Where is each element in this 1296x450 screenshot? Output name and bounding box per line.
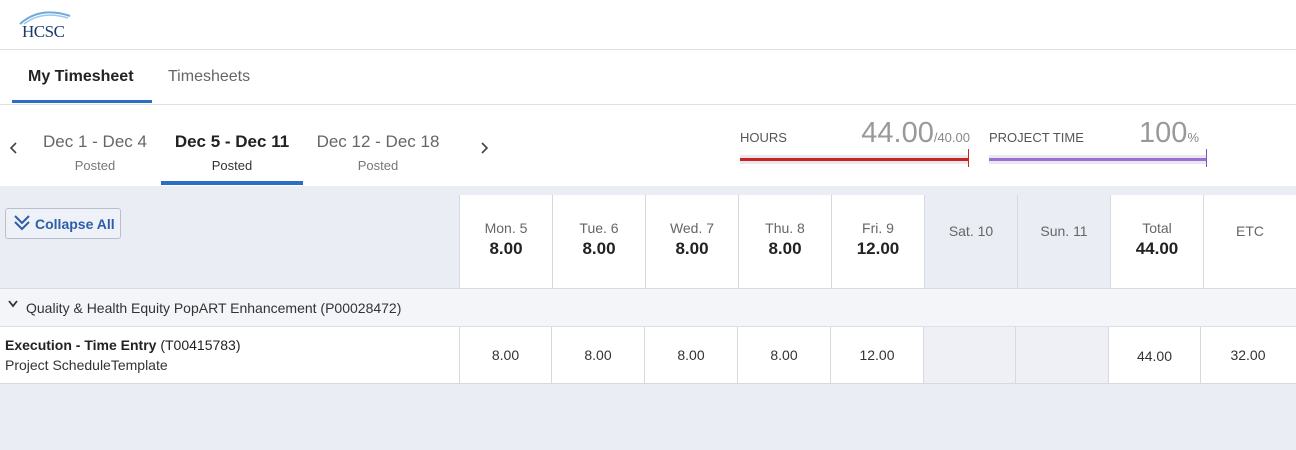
hours-cell-sun[interactable]	[1015, 327, 1108, 383]
timesheet-grid: Collapse All Mon. 5 8.00 Tue. 6 8.00 Wed…	[0, 186, 1296, 450]
project-time-unit: %	[1187, 130, 1199, 145]
project-time-marker	[1206, 149, 1207, 167]
hcsc-logo[interactable]: HCSC	[18, 8, 78, 41]
total-label: Total	[1142, 220, 1172, 236]
week-range: Dec 12 - Dec 18	[316, 132, 440, 151]
etc-column: ETC	[1203, 195, 1296, 288]
week-dec12-dec18[interactable]: Dec 12 - Dec 18 Posted	[312, 105, 444, 185]
project-time-bar	[989, 155, 1206, 164]
chevron-right-icon[interactable]	[478, 139, 490, 160]
day-name: Fri. 9	[862, 220, 894, 236]
day-column-mon: Mon. 5 8.00	[459, 195, 552, 288]
hours-cell-mon[interactable]: 8.00	[459, 327, 551, 383]
week-range: Dec 5 - Dec 11	[174, 132, 290, 151]
hours-target: /40.00	[933, 130, 970, 145]
etc-label: ETC	[1236, 223, 1264, 239]
hours-cell-tue[interactable]: 8.00	[551, 327, 644, 383]
project-time-percent: 100	[1139, 117, 1188, 149]
day-column-fri: Fri. 9 12.00	[831, 195, 924, 288]
task-total-cell: 44.00	[1108, 327, 1200, 383]
tab-my-timesheet[interactable]: My Timesheet	[28, 50, 134, 104]
hours-bar	[740, 155, 968, 164]
day-hours: 8.00	[675, 239, 709, 258]
week-range: Dec 1 - Dec 4	[43, 132, 147, 151]
hours-cell-sat[interactable]	[923, 327, 1015, 383]
week-status: Posted	[74, 158, 116, 173]
chevron-left-icon[interactable]	[8, 139, 20, 160]
chevron-down-icon[interactable]	[7, 298, 19, 312]
hours-label: HOURS	[740, 130, 787, 145]
project-time-value: 100%	[1139, 117, 1199, 150]
day-name: Thu. 8	[765, 220, 805, 236]
hours-value: 44.00/40.00	[861, 117, 970, 150]
task-title-line: Execution - Time Entry (T00415783)	[5, 337, 241, 353]
task-title: Execution - Time Entry	[5, 337, 157, 353]
hours-target-marker	[968, 149, 969, 167]
double-chevron-down-icon	[13, 213, 31, 233]
project-name: Quality & Health Equity PopART Enhanceme…	[26, 300, 402, 316]
day-name: Sun. 11	[1040, 223, 1088, 239]
hours-total: 44.00	[861, 117, 934, 149]
day-name: Sat. 10	[948, 223, 994, 239]
week-navigation: Dec 1 - Dec 4 Posted Dec 5 - Dec 11 Post…	[0, 105, 1296, 186]
project-time-bar-fill	[989, 158, 1206, 161]
day-column-tue: Tue. 6 8.00	[552, 195, 645, 288]
hours-bar-fill	[740, 158, 968, 161]
task-etc-cell[interactable]: 32.00	[1200, 327, 1295, 383]
task-row: Execution - Time Entry (T00415783) Proje…	[0, 327, 1296, 384]
day-hours: 12.00	[856, 239, 900, 258]
day-column-sat: Sat. 10	[924, 195, 1017, 288]
day-name: Mon. 5	[484, 220, 528, 236]
tab-timesheets[interactable]: Timesheets	[168, 50, 250, 104]
active-week-indicator	[161, 181, 303, 185]
project-time-label: PROJECT TIME	[989, 130, 1084, 145]
week-dec5-dec11[interactable]: Dec 5 - Dec 11 Posted	[161, 105, 303, 185]
task-subtitle: Project ScheduleTemplate	[5, 357, 168, 373]
task-code: (T00415783)	[160, 337, 241, 353]
hours-cell-wed[interactable]: 8.00	[644, 327, 737, 383]
total-column: Total 44.00	[1110, 195, 1203, 288]
main-tabs: My Timesheet Timesheets	[0, 50, 1296, 105]
collapse-all-button[interactable]: Collapse All	[5, 208, 121, 239]
top-bar: HCSC	[0, 0, 1296, 50]
day-hours: 8.00	[489, 239, 523, 258]
grid-header: Collapse All Mon. 5 8.00 Tue. 6 8.00 Wed…	[0, 186, 1296, 289]
active-tab-indicator	[12, 100, 152, 103]
day-hours: 8.00	[582, 239, 616, 258]
week-dec1-dec4[interactable]: Dec 1 - Dec 4 Posted	[36, 105, 154, 185]
week-status: Posted	[211, 158, 253, 173]
logo-text: HCSC	[22, 22, 65, 41]
hours-cell-fri[interactable]: 12.00	[830, 327, 923, 383]
day-column-thu: Thu. 8 8.00	[738, 195, 831, 288]
week-status: Posted	[357, 158, 399, 173]
day-column-wed: Wed. 7 8.00	[645, 195, 738, 288]
day-column-sun: Sun. 11	[1017, 195, 1110, 288]
total-hours: 44.00	[1135, 239, 1179, 258]
collapse-all-label: Collapse All	[35, 216, 115, 232]
project-row[interactable]: Quality & Health Equity PopART Enhanceme…	[0, 289, 1296, 327]
day-name: Wed. 7	[669, 220, 715, 236]
day-name: Tue. 6	[579, 220, 619, 236]
hours-cell-thu[interactable]: 8.00	[737, 327, 830, 383]
day-hours: 8.00	[768, 239, 802, 258]
